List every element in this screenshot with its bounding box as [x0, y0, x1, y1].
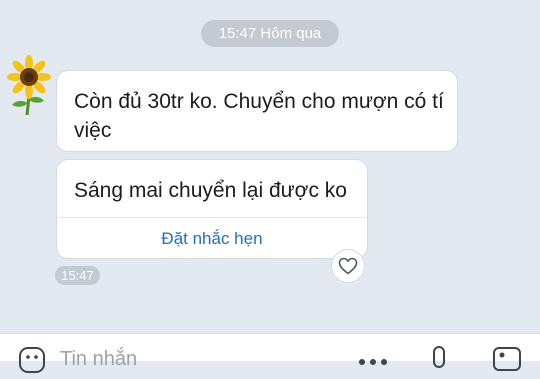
sunflower-icon: [7, 55, 51, 116]
mic-icon[interactable]: [432, 346, 446, 377]
heart-icon: [338, 257, 358, 275]
message-bubble[interactable]: Còn đủ 30tr ko. Chuyển cho mượn có tí vi…: [56, 70, 458, 152]
message-timestamp: 15:47: [55, 266, 100, 285]
set-reminder-button[interactable]: Đặt nhắc hẹn: [57, 218, 367, 260]
more-icon[interactable]: [358, 353, 388, 371]
sender-avatar[interactable]: [3, 55, 55, 116]
message-bubble[interactable]: Sáng mai chuyển lại được ko Đặt nhắc hẹn: [56, 159, 368, 259]
emoji-icon[interactable]: [18, 346, 46, 379]
image-icon[interactable]: [492, 346, 522, 377]
message-text: Sáng mai chuyển lại được ko: [74, 179, 347, 202]
message-text: Còn đủ 30tr ko. Chuyển cho mượn có tí vi…: [74, 90, 444, 142]
date-separator: 15:47 Hôm qua: [201, 20, 339, 47]
message-composer: Tin nhắn: [0, 333, 540, 373]
like-button[interactable]: [331, 249, 365, 283]
